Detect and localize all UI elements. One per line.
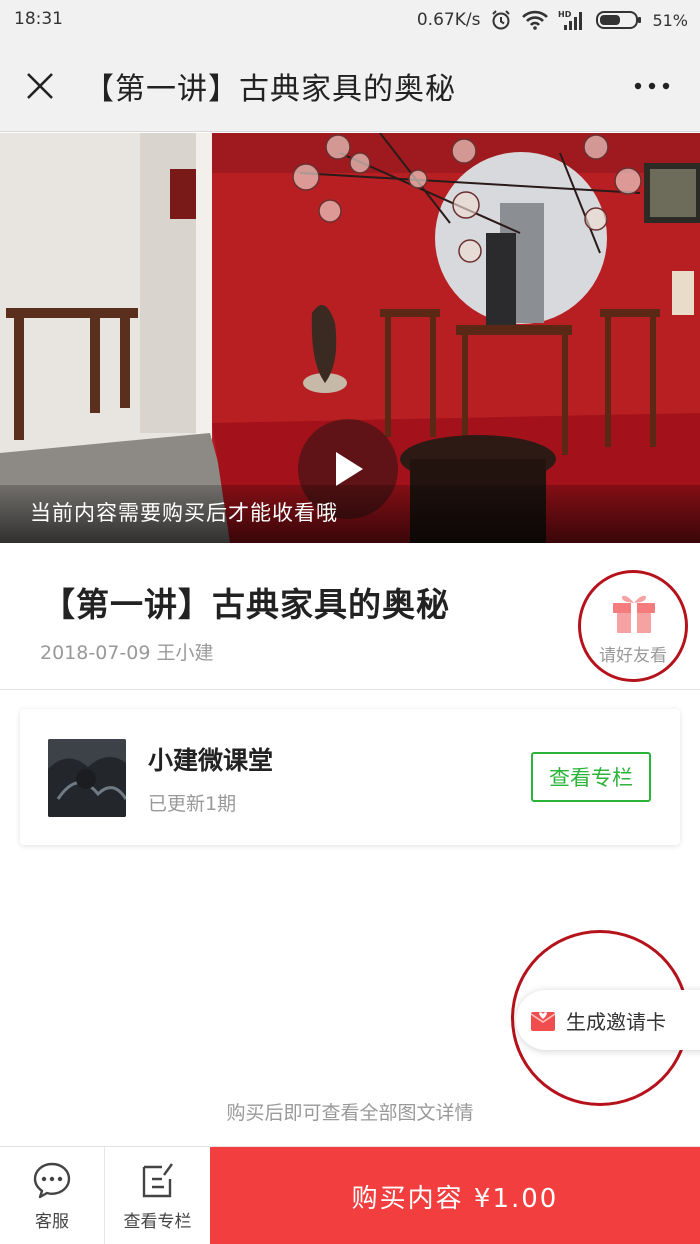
alarm-icon bbox=[490, 9, 512, 31]
video-player[interactable]: 当前内容需要购买后才能收看哦 bbox=[0, 133, 700, 543]
article-meta: 2018-07-09 王小建 bbox=[40, 642, 214, 664]
network-speed: 0.67K/s bbox=[416, 10, 481, 30]
more-button[interactable] bbox=[630, 70, 674, 102]
battery-percent: 51% bbox=[652, 10, 688, 30]
view-column-button[interactable]: 查看专栏 bbox=[531, 752, 651, 802]
close-icon bbox=[27, 73, 53, 99]
view-column-label: 查看专栏 bbox=[123, 1211, 192, 1232]
column-card[interactable]: 小建微课堂 已更新1期 查看专栏 bbox=[20, 709, 680, 845]
play-icon bbox=[336, 452, 363, 486]
hd-signal-icon: HD bbox=[558, 9, 586, 31]
column-thumbnail bbox=[48, 739, 126, 817]
battery-icon bbox=[596, 10, 642, 30]
svg-text:HD: HD bbox=[558, 10, 572, 19]
status-icons: 0.67K/s HD 51% bbox=[417, 9, 688, 31]
purchase-hint: 购买后即可查看全部图文详情 bbox=[226, 1102, 474, 1124]
gift-label: 请好友看 bbox=[599, 646, 667, 666]
status-bar: 18:31 0.67K/s HD 51% bbox=[0, 0, 700, 40]
page-title: 【第一讲】古典家具的奥秘 bbox=[84, 72, 456, 107]
share-gift-button[interactable]: 请好友看 bbox=[578, 570, 688, 682]
video-caption: 当前内容需要购买后才能收看哦 bbox=[30, 501, 338, 525]
column-name: 小建微课堂 bbox=[148, 746, 274, 775]
status-time: 18:31 bbox=[14, 9, 63, 29]
bottom-bar: 客服 查看专栏 购买内容 ¥1.00 bbox=[0, 1146, 700, 1244]
bottom-view-column-button[interactable]: 查看专栏 bbox=[105, 1147, 210, 1244]
envelope-icon bbox=[530, 1012, 556, 1031]
video-caption-bar: 当前内容需要购买后才能收看哦 bbox=[0, 485, 700, 543]
service-label: 客服 bbox=[35, 1211, 69, 1232]
divider bbox=[0, 689, 700, 690]
customer-service-button[interactable]: 客服 bbox=[0, 1147, 105, 1244]
buy-content-button[interactable]: 购买内容 ¥1.00 bbox=[210, 1147, 700, 1244]
article-title: 【第一讲】古典家具的奥秘 bbox=[42, 585, 450, 624]
column-update-count: 已更新1期 bbox=[148, 793, 237, 815]
gift-icon bbox=[613, 595, 655, 633]
title-bar: 【第一讲】古典家具的奥秘 bbox=[0, 40, 700, 132]
wifi-icon bbox=[522, 10, 549, 30]
invite-label: 生成邀请卡 bbox=[566, 1009, 666, 1034]
edit-note-icon bbox=[142, 1162, 173, 1197]
chat-icon bbox=[33, 1162, 71, 1198]
close-button[interactable] bbox=[18, 64, 62, 108]
more-icon bbox=[634, 82, 670, 90]
generate-invite-button[interactable]: 生成邀请卡 bbox=[516, 990, 700, 1050]
